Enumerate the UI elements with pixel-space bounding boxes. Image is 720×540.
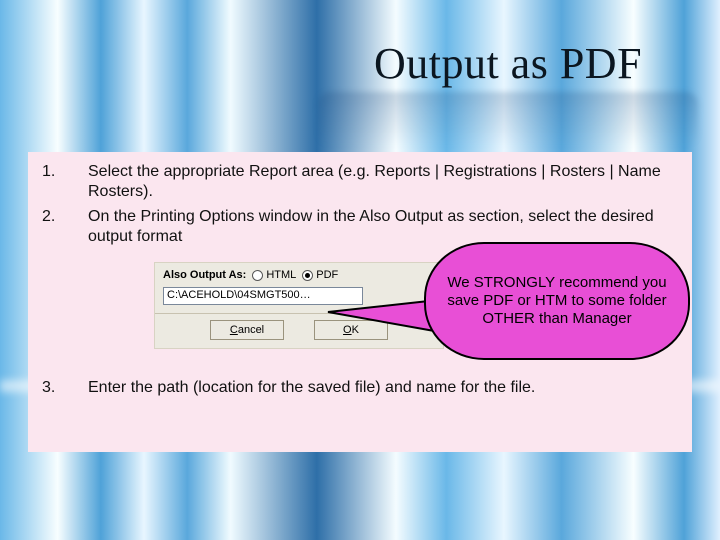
radio-option-html[interactable]: HTML [252, 269, 296, 281]
list-item: 1. Select the appropriate Report area (e… [42, 162, 678, 201]
slide-title-wrap: Output as PDF [318, 38, 698, 89]
cancel-button[interactable]: Cancel [210, 320, 284, 340]
content-card: 1. Select the appropriate Report area (e… [28, 152, 692, 452]
radio-icon [302, 270, 313, 281]
callout-text: We STRONGLY recommend you save PDF or HT… [444, 274, 670, 327]
cancel-label-rest: ancel [238, 324, 264, 336]
step-number: 2. [42, 207, 88, 246]
radio-icon [252, 270, 263, 281]
list-item: 3. Enter the path (location for the save… [42, 378, 678, 398]
callout-bubble: We STRONGLY recommend you save PDF or HT… [424, 242, 690, 360]
step-number: 1. [42, 162, 88, 201]
step-number: 3. [42, 378, 88, 398]
path-field[interactable]: C:\ACEHOLD\04SMGT500… [163, 287, 363, 305]
title-shadow [318, 92, 698, 147]
step-text: Enter the path (location for the saved f… [88, 378, 678, 398]
list-item: 2. On the Printing Options window in the… [42, 207, 678, 246]
step-text: Select the appropriate Report area (e.g.… [88, 162, 678, 201]
radio-label: HTML [266, 269, 296, 281]
step-text: On the Printing Options window in the Al… [88, 207, 678, 246]
radio-label: PDF [316, 269, 338, 281]
also-output-row: Also Output As: HTML PDF [155, 263, 443, 285]
radio-option-pdf[interactable]: PDF [302, 269, 338, 281]
also-output-label: Also Output As: [163, 269, 246, 281]
page-title: Output as PDF [318, 38, 698, 89]
